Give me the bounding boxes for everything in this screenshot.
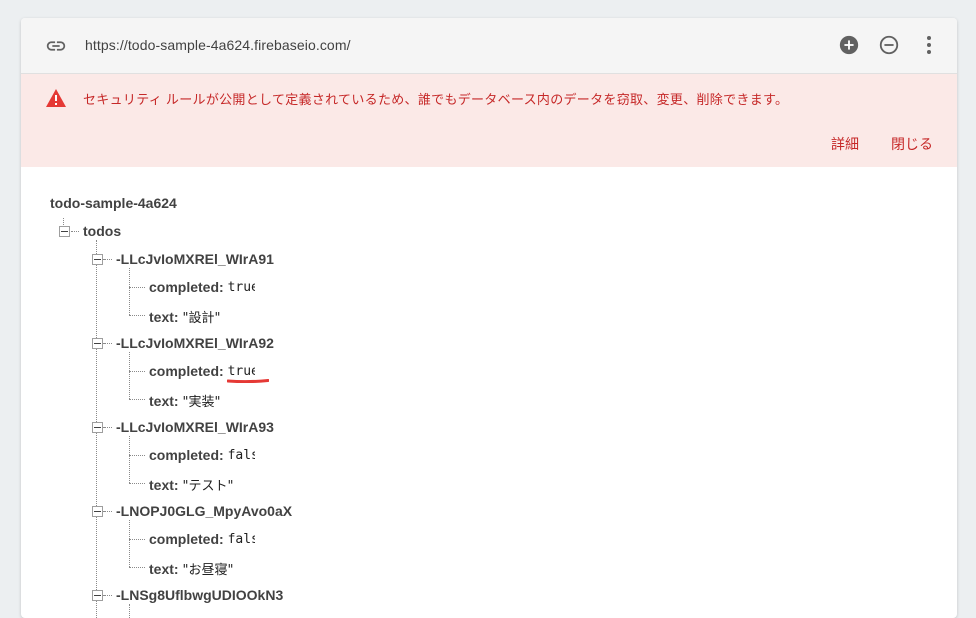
tree-connector	[104, 511, 112, 512]
field-text[interactable]: text: "お昼寝"	[149, 559, 233, 578]
collapse-toggle-item[interactable]	[92, 422, 103, 433]
field-value[interactable]: true	[228, 364, 255, 379]
collapse-toggle-item[interactable]	[92, 590, 103, 601]
field-completed[interactable]: completed: true	[149, 363, 255, 379]
field-value[interactable]: お昼寝	[188, 563, 227, 578]
tree-root[interactable]: todo-sample-4a624	[50, 195, 177, 211]
quote-close: "	[214, 395, 221, 410]
collapse-toggle-item[interactable]	[92, 254, 103, 265]
tree-node-item[interactable]: -LLcJvIoMXREl_WIrA92	[116, 335, 274, 351]
field-text[interactable]: text: "テスト"	[149, 475, 233, 494]
tree-connector	[129, 287, 145, 288]
field-completed[interactable]: completed: true	[149, 279, 255, 295]
field-key: text:	[149, 561, 179, 577]
tree-connector	[71, 231, 79, 232]
tree-node-item[interactable]: -LNSg8UflbwgUDIOOkN3	[116, 587, 283, 603]
red-underline-annotation	[227, 379, 269, 383]
tree-node-todos[interactable]: todos	[83, 223, 121, 239]
tree-connector	[129, 520, 130, 567]
tree-connector	[129, 483, 145, 484]
tree-connector	[129, 604, 130, 618]
tree-connector	[129, 352, 130, 399]
tree-node-item[interactable]: -LLcJvIoMXREl_WIrA91	[116, 251, 274, 267]
field-value[interactable]: false	[228, 532, 255, 547]
field-key: completed:	[149, 363, 224, 379]
collapse-toggle-item[interactable]	[92, 506, 103, 517]
collapse-toggle-todos[interactable]	[59, 226, 70, 237]
data-tree: todo-sample-4a624 todos -LLcJvIoMXREl_WI…	[21, 18, 957, 618]
tree-connector	[129, 539, 145, 540]
tree-connector	[104, 259, 112, 260]
field-value[interactable]: true	[228, 280, 255, 295]
field-completed[interactable]: completed: false	[149, 531, 255, 547]
field-value[interactable]: 実装	[188, 395, 214, 410]
field-text[interactable]: text: "設計"	[149, 307, 220, 326]
tree-connector	[129, 315, 145, 316]
field-key: text:	[149, 477, 179, 493]
tree-connector	[129, 399, 145, 400]
tree-connector	[129, 268, 130, 315]
field-value[interactable]: false	[228, 448, 255, 463]
field-key: completed:	[149, 531, 224, 547]
tree-node-item[interactable]: -LLcJvIoMXREl_WIrA93	[116, 419, 274, 435]
tree-connector	[104, 427, 112, 428]
collapse-toggle-item[interactable]	[92, 338, 103, 349]
field-completed[interactable]: completed: false	[149, 447, 255, 463]
field-value[interactable]: 設計	[188, 311, 214, 326]
field-value[interactable]: テスト	[188, 479, 227, 494]
tree-connector	[104, 343, 112, 344]
field-key: text:	[149, 309, 179, 325]
tree-connector	[104, 595, 112, 596]
field-key: completed:	[149, 279, 224, 295]
quote-close: "	[227, 479, 234, 494]
tree-node-item[interactable]: -LNOPJ0GLG_MpyAvo0aX	[116, 503, 292, 519]
tree-connector	[129, 455, 145, 456]
field-key: text:	[149, 393, 179, 409]
field-text[interactable]: text: "実装"	[149, 391, 220, 410]
tree-connector	[129, 567, 145, 568]
quote-close: "	[227, 563, 234, 578]
tree-connector	[129, 436, 130, 483]
field-key: completed:	[149, 447, 224, 463]
tree-connector	[129, 371, 145, 372]
database-panel: https://todo-sample-4a624.firebaseio.com…	[21, 18, 957, 618]
quote-close: "	[214, 311, 221, 326]
